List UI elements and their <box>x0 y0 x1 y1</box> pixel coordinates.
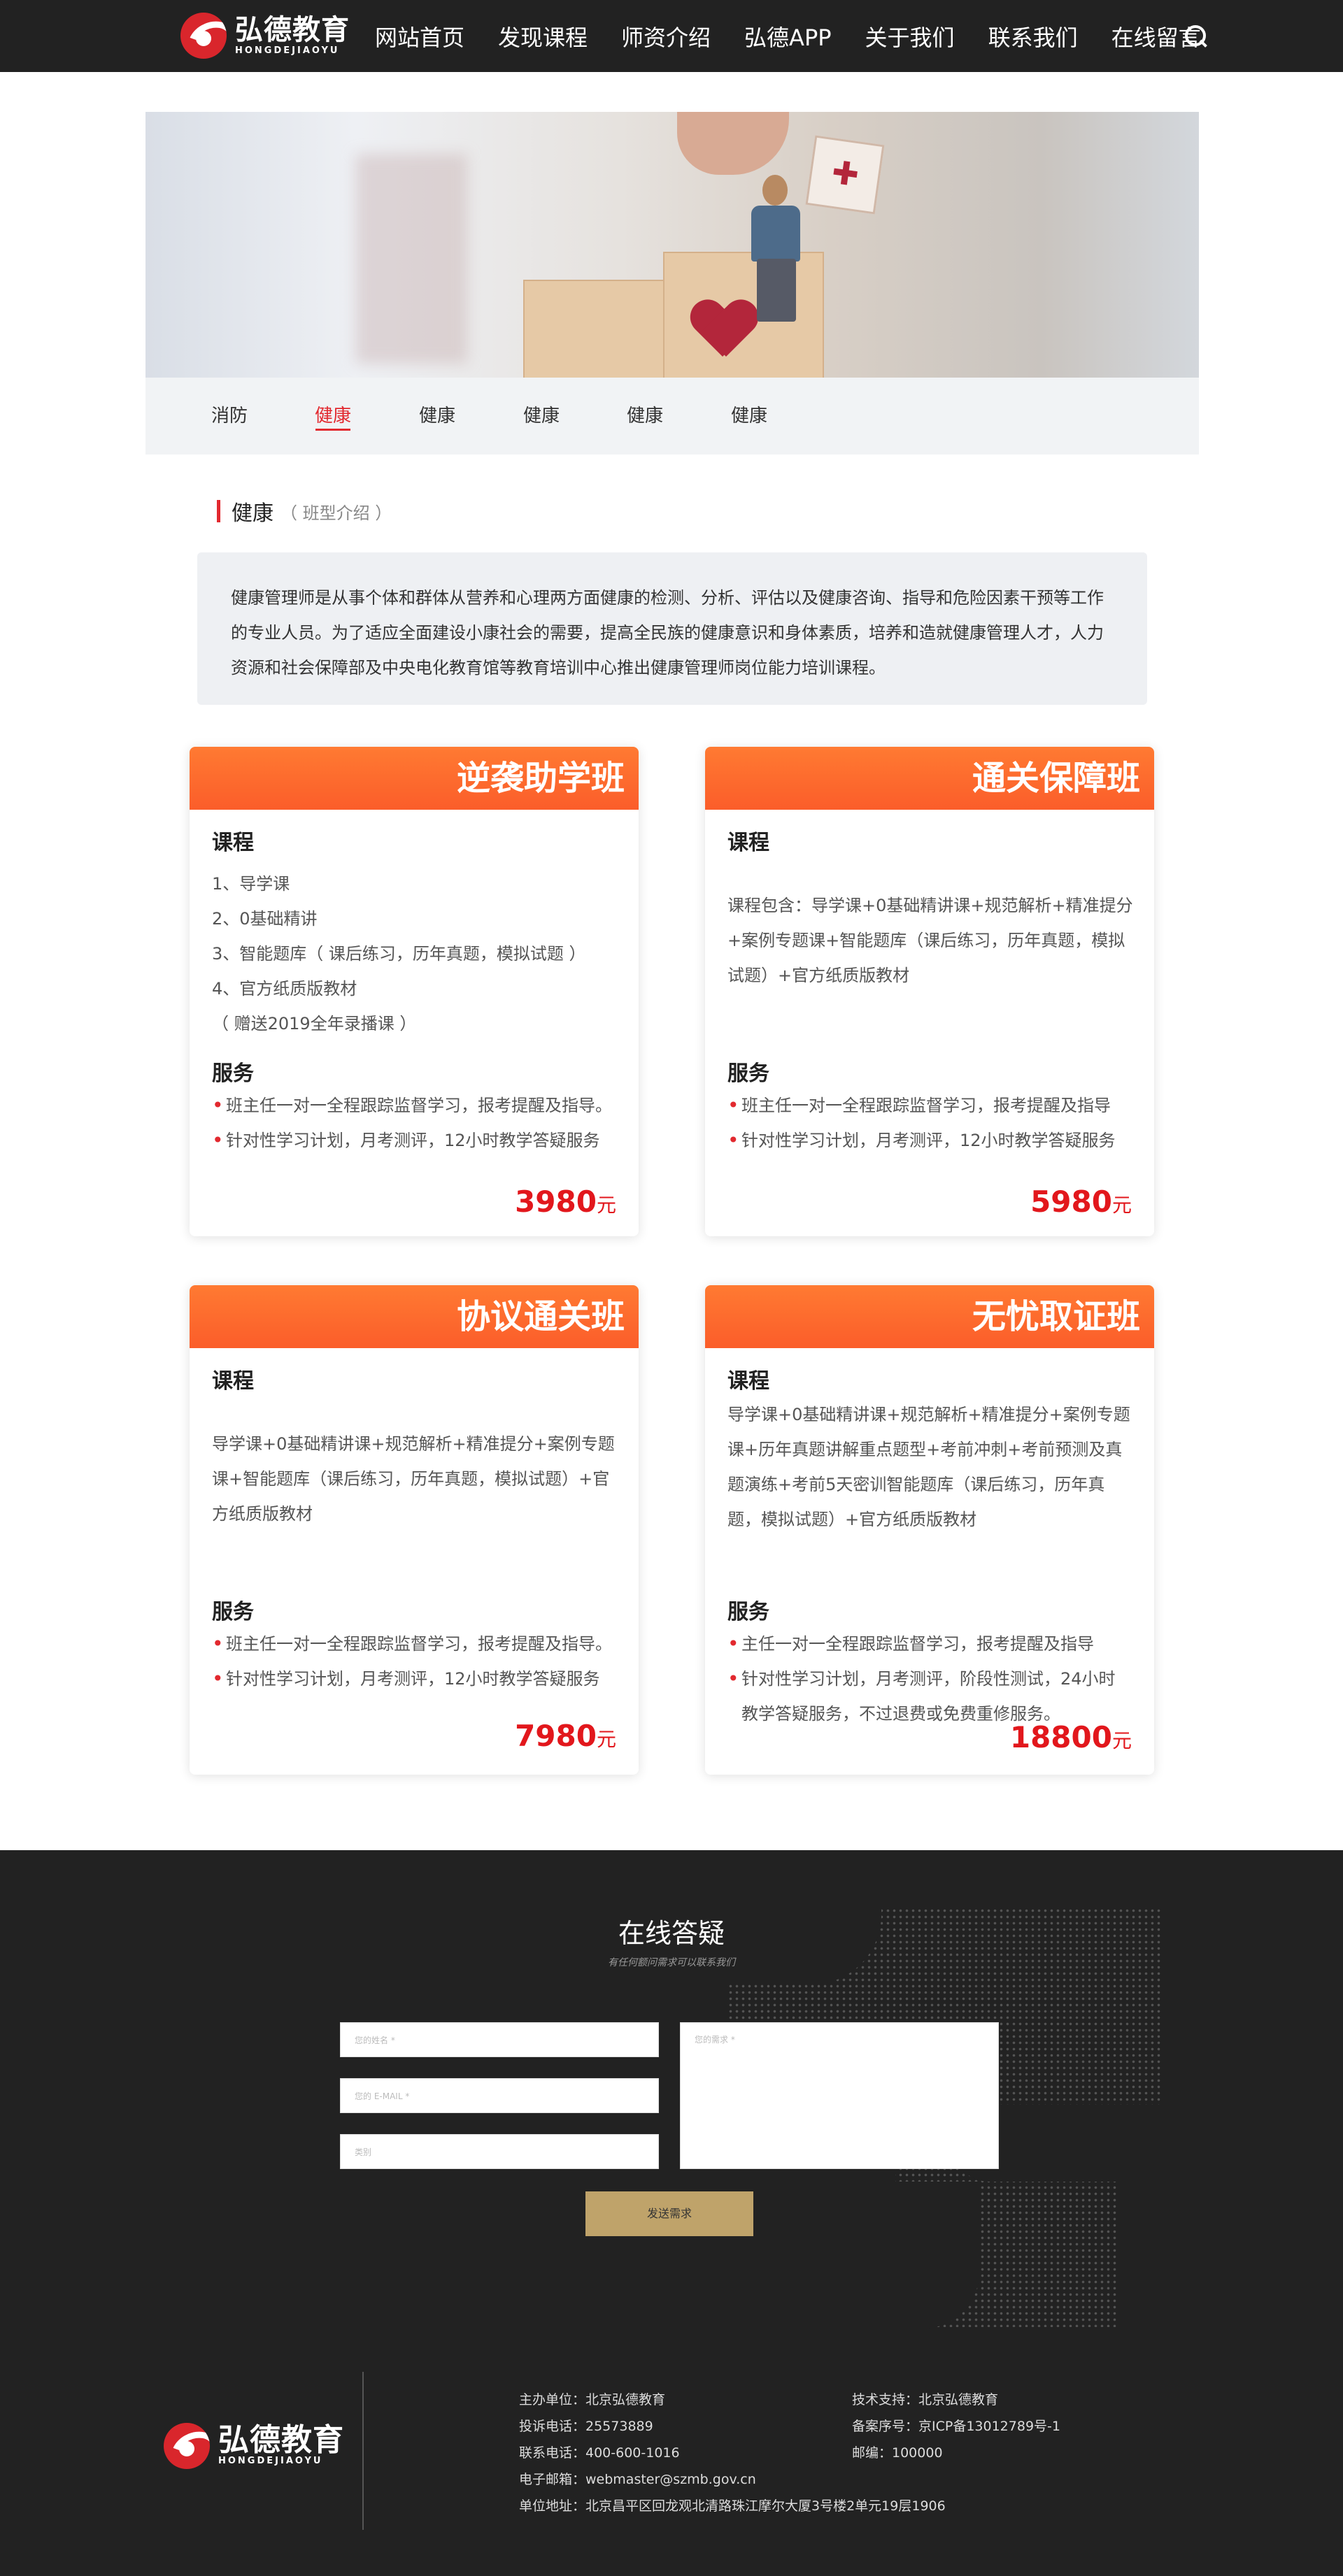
tab-health[interactable]: 健康 <box>707 378 791 455</box>
service-item: 针对性学习计划，月考测评，12小时教学答疑服务 <box>212 1123 632 1158</box>
category-tabs: 消防 健康 健康 健康 健康 健康 <box>145 378 1199 455</box>
class-card-1: 逆袭助学班 课程 1、导学课 2、0基础精讲 3、智能题库（ 课后练习，历年真题… <box>190 747 639 1236</box>
course-text: 课程包含：导学课+0基础精讲课+规范解析+精准提分+案例专题课+智能题库（课后练… <box>727 896 1133 985</box>
hero-banner <box>145 112 1199 378</box>
service-heading: 服务 <box>212 1061 254 1086</box>
course-line: 2、0基础精讲 <box>212 909 318 929</box>
price: 5980元 <box>1030 1185 1132 1219</box>
submit-button[interactable]: 发送需求 <box>585 2191 753 2236</box>
name-input[interactable]: 您的姓名 * <box>340 2022 659 2057</box>
class-card-2: 通关保障班 课程 课程包含：导学课+0基础精讲课+规范解析+精准提分+案例专题课… <box>705 747 1154 1236</box>
form-subtitle: 有任何额问需求可以联系我们 <box>608 1957 735 1968</box>
service-item: 班主任一对一全程跟踪监督学习，报考提醒及指导 <box>727 1088 1147 1123</box>
intro-text: 健康管理师是从事个体和群体从营养和心理两方面健康的检测、分析、评估以及健康咨询、… <box>197 552 1147 705</box>
service-item: 针对性学习计划，月考测评，12小时教学答疑服务 <box>727 1123 1147 1158</box>
nav-teachers[interactable]: 师资介绍 <box>621 20 711 52</box>
main-nav: 网站首页 发现课程 师资介绍 弘德APP 关于我们 联系我们 在线留言 <box>375 0 1235 72</box>
heart-icon <box>691 301 754 357</box>
tab-health[interactable]: 健康 <box>603 378 687 455</box>
logo-text-en: HONGDEJIAOYU <box>235 45 340 56</box>
service-item: 班主任一对一全程跟踪监督学习，报考提醒及指导。 <box>212 1626 632 1661</box>
first-aid-block-icon <box>805 135 885 215</box>
footer-address: 单位地址：北京昌平区回龙观北清路珠江摩尔大厦3号楼2单元19层1906 <box>519 2498 946 2514</box>
course-text: 导学课+0基础精讲课+规范解析+精准提分+案例专题课+历年真题讲解重点题型+考前… <box>727 1405 1130 1529</box>
form-title: 在线答疑 <box>618 1918 725 1949</box>
footer-host: 主办单位：北京弘德教育 <box>519 2392 666 2407</box>
footer-divider <box>362 2372 364 2530</box>
service-heading: 服务 <box>212 1600 254 1624</box>
price: 7980元 <box>515 1719 616 1753</box>
footer-phone: 联系电话：400-600-1016 <box>519 2445 680 2461</box>
section-title-sub: （ 班型介绍 ） <box>280 503 392 523</box>
footer-complaint: 投诉电话：25573889 <box>519 2419 653 2434</box>
nav-app[interactable]: 弘德APP <box>744 20 832 52</box>
course-heading: 课程 <box>212 831 254 855</box>
section-title: 健康 （ 班型介绍 ） <box>217 499 392 526</box>
nav-home[interactable]: 网站首页 <box>375 20 464 52</box>
course-line: 3、智能题库（ 课后练习，历年真题，模拟试题 ） <box>212 944 586 964</box>
tab-health-active[interactable]: 健康 <box>291 378 375 455</box>
service-heading: 服务 <box>727 1600 769 1624</box>
course-heading: 课程 <box>212 1369 254 1394</box>
logo-text-cn: 弘德教育 <box>218 2422 344 2458</box>
footer-email[interactable]: 电子邮箱：webmaster@szmb.gov.cn <box>519 2469 756 2488</box>
footer-tech: 技术支持：北京弘德教育 <box>852 2392 999 2407</box>
card-title: 无忧取证班 <box>705 1285 1154 1348</box>
logo-mark-icon <box>164 2423 210 2469</box>
class-card-4: 无忧取证班 课程 导学课+0基础精讲课+规范解析+精准提分+案例专题课+历年真题… <box>705 1285 1154 1775</box>
course-heading: 课程 <box>727 1369 769 1394</box>
footer-logo[interactable]: 弘德教育 HONGDEJIAOYU <box>164 2423 344 2469</box>
figurine-image <box>747 175 803 329</box>
hand-image <box>677 112 789 175</box>
footer-icp[interactable]: 备案序号：京ICP备13012789号-1 <box>852 2416 1060 2435</box>
message-textarea[interactable]: 您的需求 * <box>680 2022 999 2169</box>
course-heading: 课程 <box>727 831 769 855</box>
logo-mark-icon <box>180 13 227 59</box>
nav-about[interactable]: 关于我们 <box>865 20 955 52</box>
service-item: 主任一对一全程跟踪监督学习，报考提醒及指导 <box>727 1626 1147 1661</box>
category-input[interactable]: 类别 <box>340 2134 659 2169</box>
course-text: 导学课+0基础精讲课+规范解析+精准提分+案例专题课+智能题库（课后练习，历年真… <box>212 1434 615 1524</box>
email-input[interactable]: 您的 E-MAIL * <box>340 2078 659 2113</box>
price: 18800元 <box>1009 1720 1132 1754</box>
nav-contact[interactable]: 联系我们 <box>988 20 1078 52</box>
service-heading: 服务 <box>727 1061 769 1086</box>
course-line: 4、官方纸质版教材 <box>212 979 357 999</box>
course-line: 1、导学课 <box>212 874 290 894</box>
class-card-3: 协议通关班 课程 导学课+0基础精讲课+规范解析+精准提分+案例专题课+智能题库… <box>190 1285 639 1775</box>
service-item: 针对性学习计划，月考测评，12小时教学答疑服务 <box>212 1661 632 1696</box>
site-logo[interactable]: 弘德教育 HONGDEJIAOYU <box>180 11 350 60</box>
footer-zip: 邮编：100000 <box>852 2445 943 2461</box>
search-icon[interactable] <box>1185 25 1207 48</box>
price: 3980元 <box>515 1185 616 1219</box>
course-line: （ 赠送2019全年录播课 ） <box>212 1014 417 1033</box>
section-title-main: 健康 <box>232 501 273 526</box>
tab-health[interactable]: 健康 <box>395 378 479 455</box>
tab-health[interactable]: 健康 <box>499 378 583 455</box>
tab-fire[interactable]: 消防 <box>187 378 271 455</box>
service-item: 班主任一对一全程跟踪监督学习，报考提醒及指导。 <box>212 1088 632 1123</box>
logo-text-cn: 弘德教育 <box>235 14 350 46</box>
nav-courses[interactable]: 发现课程 <box>498 20 588 52</box>
card-title: 逆袭助学班 <box>190 747 639 810</box>
card-title: 通关保障班 <box>705 747 1154 810</box>
top-navigation-bar: 弘德教育 HONGDEJIAOYU 网站首页 发现课程 师资介绍 弘德APP 关… <box>0 0 1343 72</box>
card-title: 协议通关班 <box>190 1285 639 1348</box>
